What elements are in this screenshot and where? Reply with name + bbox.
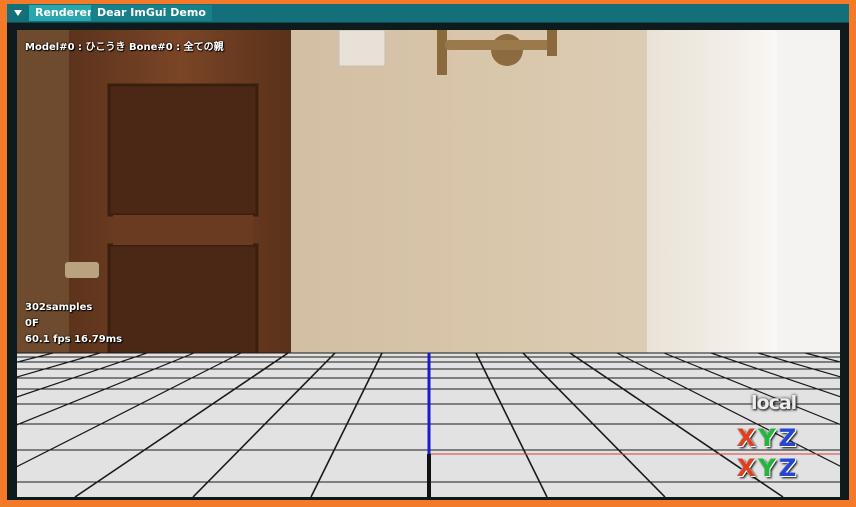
scene-background — [17, 30, 840, 497]
axis-y-rotate-button[interactable]: Y — [759, 455, 776, 481]
axis-x-rotate-button[interactable]: X — [737, 455, 756, 481]
renderer-window: Renderer Dear ImGui Demo Model#0: ひこうき … — [7, 4, 849, 500]
tab-dear-imgui-demo[interactable]: Dear ImGui Demo — [91, 5, 212, 21]
gizmo-translate-axes: X Y Z — [737, 425, 796, 451]
model-bone-info: Model#0 : ひこうき Bone#0 : 全ての親 — [25, 42, 224, 53]
fps-readout: 60.1 fps 16.79ms — [25, 334, 123, 345]
gizmo-rotate-axes: X Y Z — [737, 455, 796, 481]
collapse-arrow-icon[interactable] — [9, 6, 27, 20]
gizmo-space-label[interactable]: local — [751, 392, 797, 414]
3d-viewport[interactable]: Model#0 : ひこうき Bone#0 : 全ての親 302samples … — [17, 30, 840, 497]
frame-number: 0F — [25, 318, 39, 329]
tab-renderer[interactable]: Renderer — [29, 5, 99, 21]
samples-count: 302samples — [25, 302, 93, 313]
axis-z-rotate-button[interactable]: Z — [779, 455, 796, 481]
axis-x-button[interactable]: X — [737, 425, 756, 451]
tab-bar: Renderer Dear ImGui Demo — [7, 4, 849, 23]
axis-z-button[interactable]: Z — [779, 425, 796, 451]
axis-y-button[interactable]: Y — [759, 425, 776, 451]
